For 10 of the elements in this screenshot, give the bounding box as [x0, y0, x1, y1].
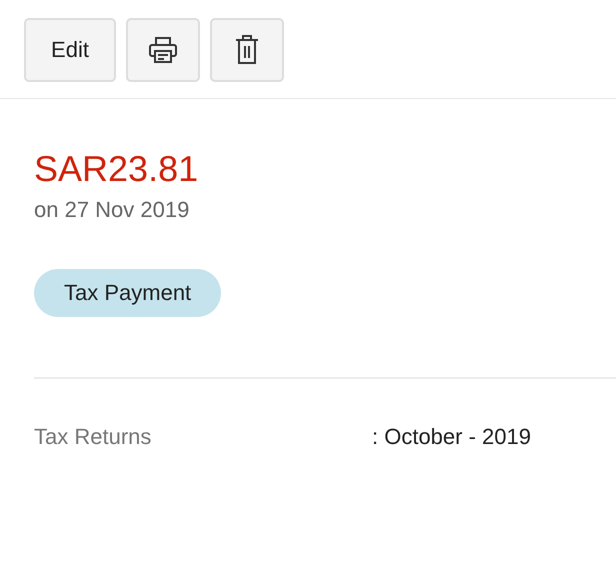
date: on 27 Nov 2019 [34, 197, 190, 223]
detail-value: : October - 2019 [372, 424, 531, 450]
amount: SAR23.81 [34, 147, 198, 191]
print-button[interactable] [126, 18, 200, 82]
tag: Tax Payment [34, 269, 222, 317]
edit-button[interactable]: Edit [24, 18, 116, 82]
trash-icon [234, 35, 260, 65]
detail-label: Tax Returns [34, 424, 152, 450]
delete-button[interactable] [210, 18, 284, 82]
printer-icon [148, 35, 178, 65]
